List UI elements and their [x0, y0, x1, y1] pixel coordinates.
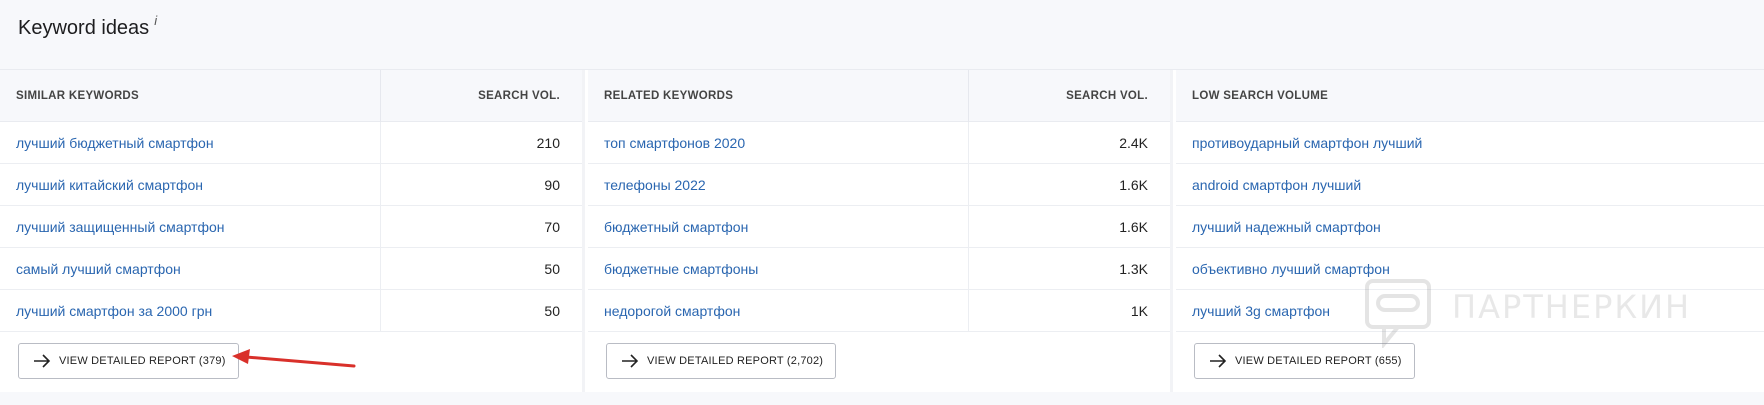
button-label: VIEW DETAILED REPORT (379): [59, 355, 226, 367]
table-row: топ смартфонов 2020 2.4K: [588, 122, 1170, 164]
widget-title: Keyword ideas i: [18, 13, 157, 40]
keyword-link[interactable]: недорогой смартфон: [604, 290, 740, 332]
search-volume-value: 1.3K: [1119, 261, 1148, 277]
button-label: VIEW DETAILED REPORT (2,702): [647, 355, 824, 367]
table-row: бюджетные смартфоны 1.3K: [588, 248, 1170, 290]
similar-keywords-column: SIMILAR KEYWORDS SEARCH VOL. лучший бюдж…: [0, 70, 585, 392]
keyword-link[interactable]: лучший 3g смартфон: [1192, 290, 1330, 332]
search-volume-value: 50: [544, 261, 560, 277]
column-header: LOW SEARCH VOLUME: [1176, 70, 1764, 122]
widget-header: Keyword ideas i: [0, 0, 1764, 70]
table-row: противоударный смартфон лучший: [1176, 122, 1764, 164]
arrow-right-icon: [34, 354, 51, 368]
table-row: лучший надежный смартфон: [1176, 206, 1764, 248]
table-row: телефоны 2022 1.6K: [588, 164, 1170, 206]
keyword-column-header[interactable]: RELATED KEYWORDS: [604, 70, 733, 122]
table-row: лучший смартфон за 2000 грн 50: [0, 290, 582, 332]
table-row: лучший бюджетный смартфон 210: [0, 122, 582, 164]
widget-title-text: Keyword ideas: [18, 17, 150, 39]
search-volume-column-header[interactable]: SEARCH VOL.: [478, 70, 560, 122]
table-row: лучший защищенный смартфон 70: [0, 206, 582, 248]
keyword-column-header[interactable]: SIMILAR KEYWORDS: [16, 70, 139, 122]
arrow-right-icon: [1210, 354, 1227, 368]
keyword-link[interactable]: бюджетные смартфоны: [604, 248, 758, 290]
keyword-link[interactable]: топ смартфонов 2020: [604, 122, 745, 164]
column-footer: VIEW DETAILED REPORT (2,702): [588, 332, 1170, 391]
arrow-right-icon: [622, 354, 639, 368]
keyword-link[interactable]: телефоны 2022: [604, 164, 706, 206]
keyword-link[interactable]: самый лучший смартфон: [16, 248, 181, 290]
watermark-text: ПАРТНЕРКИН: [1452, 288, 1692, 326]
keyword-column-header[interactable]: LOW SEARCH VOLUME: [1192, 70, 1328, 122]
keyword-link[interactable]: лучший надежный смартфон: [1192, 206, 1381, 248]
search-volume-value: 1.6K: [1119, 177, 1148, 193]
keyword-link[interactable]: лучший китайский смартфон: [16, 164, 203, 206]
keyword-link[interactable]: лучший смартфон за 2000 грн: [16, 290, 212, 332]
keyword-link[interactable]: противоударный смартфон лучший: [1192, 122, 1422, 164]
column-header: SIMILAR KEYWORDS SEARCH VOL.: [0, 70, 582, 122]
keyword-link[interactable]: бюджетный смартфон: [604, 206, 748, 248]
column-header: RELATED KEYWORDS SEARCH VOL.: [588, 70, 1170, 122]
watermark-mask-icon: [1365, 279, 1431, 348]
table-row: бюджетный смартфон 1.6K: [588, 206, 1170, 248]
search-volume-column-header[interactable]: SEARCH VOL.: [1066, 70, 1148, 122]
search-volume-value: 50: [544, 303, 560, 319]
view-detailed-report-button[interactable]: VIEW DETAILED REPORT (2,702): [606, 343, 837, 379]
view-detailed-report-button[interactable]: VIEW DETAILED REPORT (379): [18, 343, 239, 379]
search-volume-value: 210: [536, 135, 560, 151]
annotation-arrow-icon: [232, 349, 356, 368]
search-volume-value: 1.6K: [1119, 219, 1148, 235]
search-volume-value: 70: [544, 219, 560, 235]
table-row: недорогой смартфон 1K: [588, 290, 1170, 332]
view-detailed-report-button[interactable]: VIEW DETAILED REPORT (655): [1194, 343, 1415, 379]
keyword-link[interactable]: лучший бюджетный смартфон: [16, 122, 214, 164]
table-row: android смартфон лучший: [1176, 164, 1764, 206]
search-volume-value: 1K: [1130, 303, 1148, 319]
search-volume-value: 2.4K: [1119, 135, 1148, 151]
watermark-logo: ПАРТНЕРКИН: [1360, 278, 1720, 348]
info-icon[interactable]: i: [154, 13, 157, 28]
keyword-link[interactable]: android смартфон лучший: [1192, 164, 1361, 206]
search-volume-value: 90: [544, 177, 560, 193]
related-keywords-column: RELATED KEYWORDS SEARCH VOL. топ смартфо…: [588, 70, 1173, 392]
table-row: лучший китайский смартфон 90: [0, 164, 582, 206]
button-label: VIEW DETAILED REPORT (655): [1235, 355, 1402, 367]
keyword-link[interactable]: лучший защищенный смартфон: [16, 206, 225, 248]
table-row: самый лучший смартфон 50: [0, 248, 582, 290]
